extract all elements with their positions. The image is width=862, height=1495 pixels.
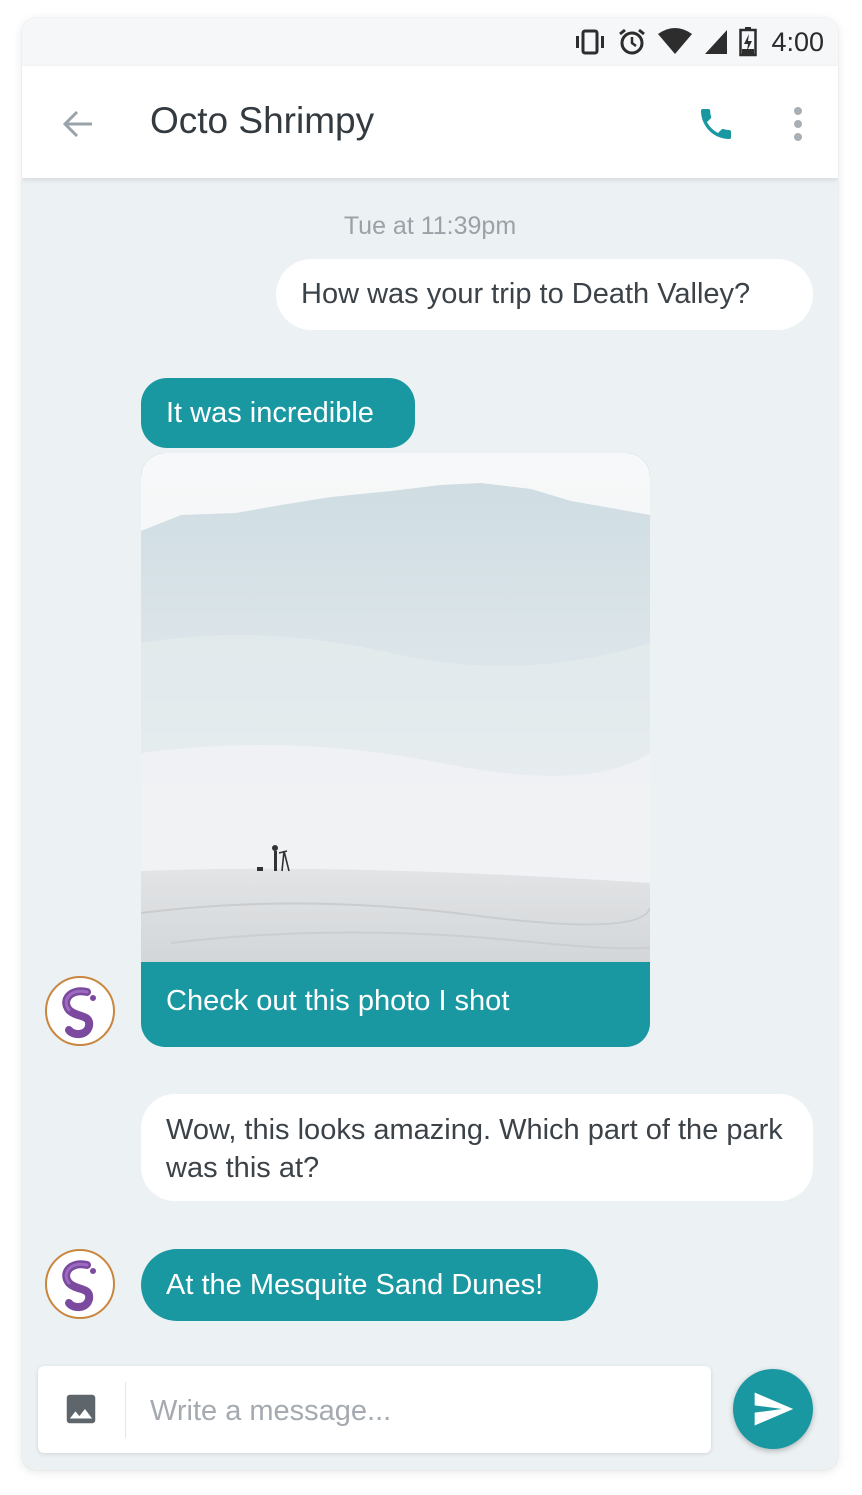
octopus-tentacle-icon — [62, 987, 96, 1039]
photo-caption: Check out this photo I shot — [166, 985, 510, 1017]
status-time: 4:00 — [771, 26, 824, 57]
octopus-tentacle-icon — [62, 1260, 96, 1312]
back-button[interactable] — [56, 102, 100, 146]
contact-avatar[interactable] — [45, 976, 115, 1046]
send-button[interactable] — [733, 1369, 813, 1449]
contact-avatar[interactable] — [45, 1249, 115, 1319]
battery-charging-icon — [739, 27, 758, 57]
more-options-button[interactable] — [782, 102, 814, 146]
phone-screen: 4:00 Octo Shrimpy Tue at 11:39pm How was… — [22, 18, 838, 1470]
outgoing-message: Wow, this looks amazing. Which part of t… — [141, 1094, 813, 1201]
image-icon — [66, 1394, 96, 1424]
outgoing-message: How was your trip to Death Valley? — [276, 259, 813, 330]
attach-image-button[interactable] — [60, 1388, 102, 1430]
send-icon — [754, 1392, 794, 1426]
signal-icon — [703, 28, 729, 56]
composer-divider — [125, 1382, 126, 1438]
call-button[interactable] — [692, 100, 740, 148]
message-composer — [38, 1366, 711, 1453]
message-input[interactable] — [148, 1384, 692, 1438]
alarm-icon — [617, 27, 647, 57]
arrow-back-icon — [62, 110, 92, 138]
message-timestamp: Tue at 11:39pm — [343, 212, 517, 240]
conversation-title: Octo Shrimpy — [150, 100, 375, 141]
wifi-icon — [657, 28, 693, 56]
incoming-message: It was incredible — [141, 378, 415, 448]
app-bar: Octo Shrimpy — [22, 66, 838, 178]
incoming-message: At the Mesquite Sand Dunes! — [141, 1249, 598, 1321]
status-bar: 4:00 — [22, 18, 838, 66]
phone-icon — [701, 109, 731, 139]
death-valley-photo[interactable] — [141, 453, 650, 962]
photo-message[interactable]: Check out this photo I shot — [141, 453, 650, 1047]
more-vert-icon — [794, 107, 802, 141]
vibrate-icon — [573, 28, 607, 56]
